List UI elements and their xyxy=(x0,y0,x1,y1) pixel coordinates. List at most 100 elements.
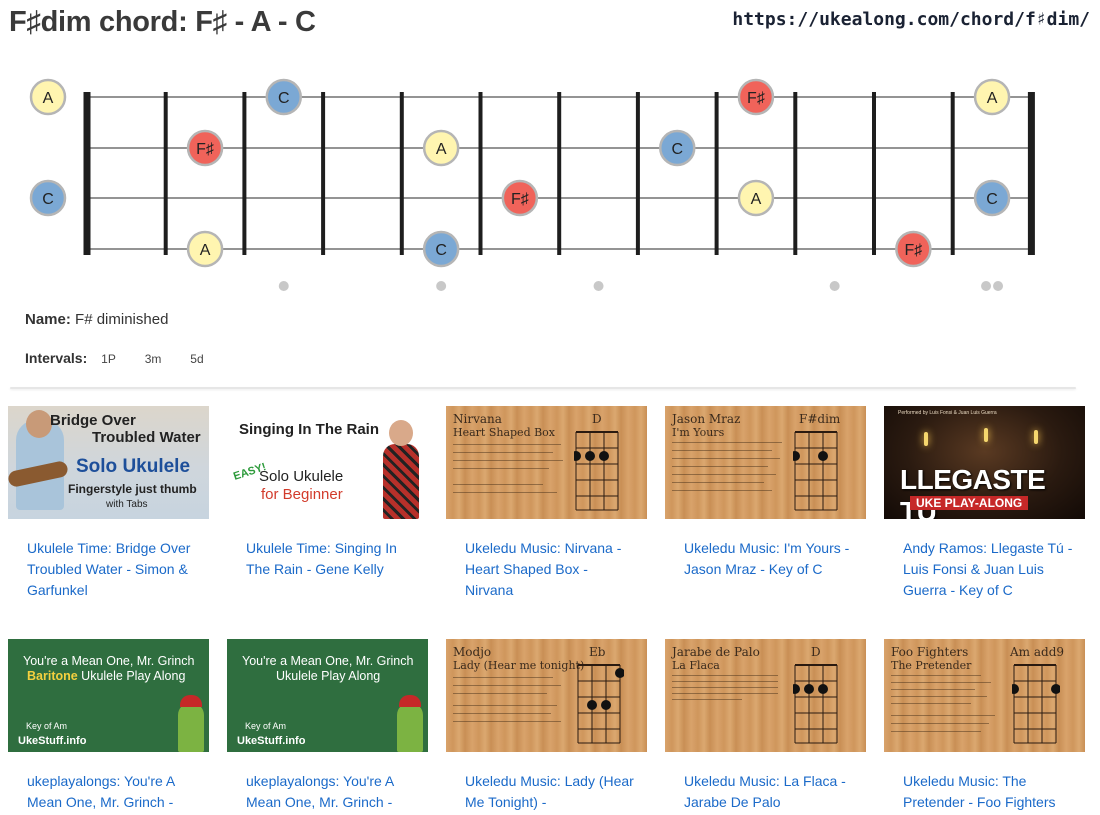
video-thumbnail[interactable]: Foo Fighters The Pretender Am add9 xyxy=(884,639,1085,752)
lyrics-line xyxy=(672,699,742,700)
interval-item: 1P xyxy=(101,352,116,366)
lyrics-line xyxy=(453,705,557,706)
page-url[interactable]: https://ukealong.com/chord/f♯dim/ xyxy=(732,9,1090,30)
video-thumbnail[interactable]: Jason Mraz I'm Yours F#dim xyxy=(665,406,866,519)
lyrics-line xyxy=(453,713,551,714)
video-title-link[interactable]: ukeplayalongs: You're A Mean One, Mr. Gr… xyxy=(27,771,202,813)
lyrics-line xyxy=(672,693,778,694)
lyrics-line xyxy=(672,458,780,459)
inlay-dot xyxy=(829,281,840,291)
thumb-text: The Pretender xyxy=(891,659,972,672)
thumb-text: Nirvana xyxy=(453,412,502,426)
note-label: C xyxy=(671,141,683,158)
thumb-text: Singing In The Rain xyxy=(239,421,379,438)
video-title-link[interactable]: Ukeledu Music: Lady (Hear Me Tonight) - xyxy=(465,771,640,813)
lyrics-line xyxy=(672,474,776,475)
video-thumbnail[interactable]: Bridge Over Troubled Water Solo Ukulele … xyxy=(8,406,209,519)
video-title-link[interactable]: ukeplayalongs: You're A Mean One, Mr. Gr… xyxy=(246,771,421,813)
thumb-text: Jarabe de Palo xyxy=(672,645,760,659)
thumb-text: Eb xyxy=(589,645,606,659)
thumb-text: La Flaca xyxy=(672,659,720,672)
lyrics-line xyxy=(672,466,768,467)
candle-image xyxy=(924,432,928,446)
note-label: A xyxy=(200,242,211,259)
video-title-link[interactable]: Ukulele Time: Bridge Over Troubled Water… xyxy=(27,538,202,601)
thumb-text: Troubled Water xyxy=(92,429,201,446)
chord-diagram xyxy=(574,431,619,511)
note-label: F♯ xyxy=(904,242,922,259)
inlay-dot xyxy=(993,281,1004,291)
video-thumbnail[interactable]: Singing In The Rain EASY! Solo Ukulele f… xyxy=(227,406,428,519)
video-thumbnail[interactable]: You're a Mean One, Mr. Grinch Ukulele Pl… xyxy=(227,639,428,752)
lyrics-line xyxy=(453,444,561,445)
lyrics-line xyxy=(672,687,778,688)
thumb-text: Solo Ukulele xyxy=(259,468,344,485)
lyrics-line xyxy=(453,452,553,453)
chord-name-row: Name: F# diminished xyxy=(25,311,168,328)
note-label: F♯ xyxy=(196,141,214,158)
thumb-text: Ukulele Play Along xyxy=(77,669,186,683)
page-title: F♯dim chord: F♯ - A - C xyxy=(9,6,316,38)
thumb-text: LLEGASTE TU xyxy=(900,464,1046,519)
lyrics-line xyxy=(453,685,561,686)
lyrics-line xyxy=(672,675,778,676)
lyrics-line xyxy=(453,721,561,722)
thumb-text: Key of Am xyxy=(245,721,287,731)
video-thumbnail[interactable]: Modjo Lady (Hear me tonight) Eb xyxy=(446,639,647,752)
thumb-text: Heart Shaped Box xyxy=(453,426,556,439)
thumb-text: Jason Mraz xyxy=(672,412,741,426)
note-label: F♯ xyxy=(747,90,765,107)
performer-head xyxy=(26,410,52,438)
video-title-link[interactable]: Ukeledu Music: Nirvana - Heart Shaped Bo… xyxy=(465,538,640,601)
chord-name-label: Name: xyxy=(25,311,71,328)
thumb-text: Am add9 xyxy=(1010,645,1065,659)
chord-diagram xyxy=(793,664,838,744)
chord-diagram xyxy=(577,664,624,744)
video-title-link[interactable]: Ukeledu Music: I'm Yours - Jason Mraz - … xyxy=(684,538,859,580)
inlay-dot xyxy=(981,281,992,291)
thumb-text: Bridge Over xyxy=(50,412,136,429)
inlay-dot xyxy=(436,281,447,291)
video-thumbnail[interactable]: Performed by Luis Fonsi & Juan Luis Guer… xyxy=(884,406,1085,519)
video-title-link[interactable]: Ukeledu Music: The Pretender - Foo Fight… xyxy=(903,771,1078,813)
chord-diagram xyxy=(793,431,838,511)
lyrics-line xyxy=(891,696,987,697)
grinch-image xyxy=(397,703,423,752)
thumb-text: Foo Fighters xyxy=(891,645,969,659)
thumb-text: Performed by Luis Fonsi & Juan Luis Guer… xyxy=(898,410,997,416)
note-label: C xyxy=(42,191,54,208)
lyrics-line xyxy=(891,689,975,690)
performer-figure xyxy=(383,444,419,519)
thumb-text: Key of Am xyxy=(26,721,68,731)
chord-name-value: F# diminished xyxy=(75,311,169,328)
thumb-text: You're a Mean One, Mr. Grinch xyxy=(242,654,414,668)
video-thumbnail[interactable]: Nirvana Heart Shaped Box D xyxy=(446,406,647,519)
lyrics-line xyxy=(672,490,772,491)
note-label: A xyxy=(436,141,447,158)
note-label: F♯ xyxy=(511,191,529,208)
video-title-link[interactable]: Andy Ramos: Llegaste Tú - Luis Fonsi & J… xyxy=(903,538,1078,601)
candle-image xyxy=(1034,430,1038,444)
thumb-text: D xyxy=(811,645,821,659)
intervals-row: Intervals: 1P 3m 5d xyxy=(25,350,204,366)
thumb-text: F#dim xyxy=(799,412,841,426)
interval-item: 5d xyxy=(190,352,204,366)
fretboard-diagram: A C F♯ A F♯ A C C F♯ A C A C F♯ xyxy=(29,78,1035,291)
lyrics-line xyxy=(453,492,557,493)
lyrics-line xyxy=(672,482,764,483)
thumb-text: UkeStuff.info xyxy=(237,735,306,747)
thumb-text: with Tabs xyxy=(106,499,148,510)
performer-head xyxy=(389,420,413,446)
video-thumbnail[interactable]: Jarabe de Palo La Flaca D xyxy=(665,639,866,752)
lyrics-line xyxy=(891,675,981,676)
note-label: C xyxy=(435,242,447,259)
video-thumbnail[interactable]: You're a Mean One, Mr. Grinch Baritone U… xyxy=(8,639,209,752)
lyrics-line xyxy=(891,682,991,683)
lyrics-line xyxy=(453,677,553,678)
video-title-link[interactable]: Ukeledu Music: La Flaca - Jarabe De Palo xyxy=(684,771,859,813)
thumb-text: Solo Ukulele xyxy=(76,456,191,477)
thumb-text: for Beginner xyxy=(261,486,343,503)
chord-diagram xyxy=(1012,664,1060,744)
thumb-text: Modjo xyxy=(453,645,492,659)
video-title-link[interactable]: Ukulele Time: Singing In The Rain - Gene… xyxy=(246,538,421,580)
